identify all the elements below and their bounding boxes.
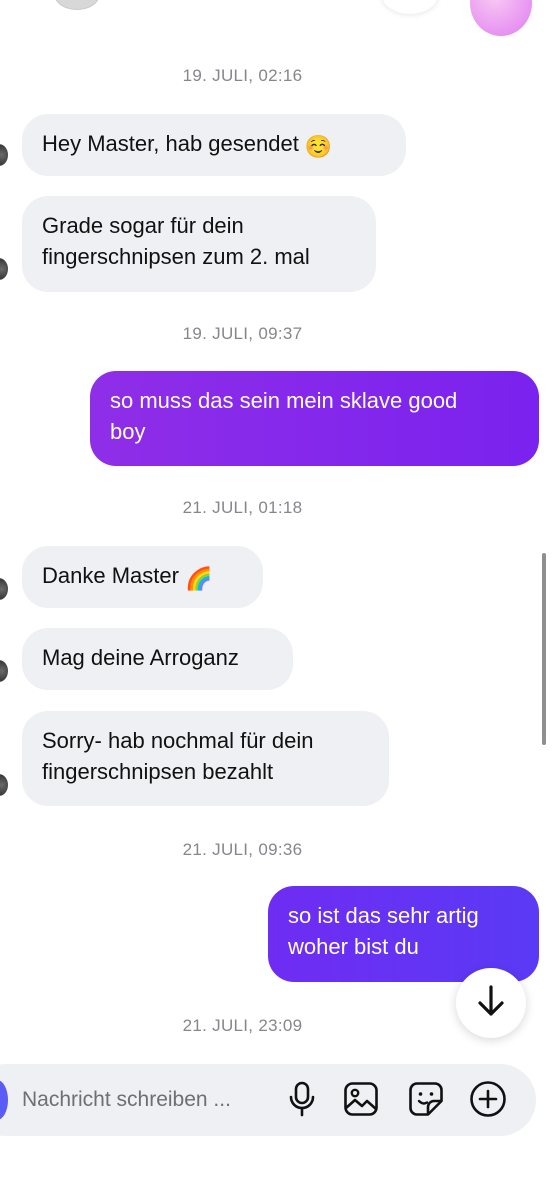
- sender-avatar[interactable]: [0, 578, 8, 600]
- timestamp: 21. JULI, 01:18: [182, 498, 303, 517]
- smiling-face-emoji: ☺️: [304, 134, 333, 159]
- sender-avatar[interactable]: [0, 660, 8, 682]
- timestamp: 19. JULI, 02:16: [182, 66, 303, 85]
- incoming-message[interactable]: Sorry- hab nochmal für dein fingerschnip…: [22, 711, 389, 806]
- timestamp: 21. JULI, 09:36: [182, 840, 303, 859]
- incoming-message[interactable]: Mag deine Arroganz: [22, 628, 293, 690]
- incoming-message[interactable]: Danke Master 🌈: [22, 546, 263, 608]
- message-text: Grade sogar für dein fingerschnipsen zum…: [42, 213, 310, 269]
- sticker-icon[interactable]: [406, 1079, 446, 1119]
- message-text: Hey Master, hab gesendet: [42, 131, 299, 156]
- outgoing-message[interactable]: so muss das sein mein sklave good boy: [90, 371, 539, 466]
- rainbow-emoji: 🌈: [184, 566, 213, 591]
- message-text: so ist das sehr artig woher bist du: [288, 903, 479, 959]
- header-profile-button[interactable]: [470, 0, 532, 36]
- incoming-message[interactable]: Grade sogar für dein fingerschnipsen zum…: [22, 196, 376, 292]
- message-text: Sorry- hab nochmal für dein fingerschnip…: [42, 728, 314, 784]
- header-action-button[interactable]: [382, 0, 438, 14]
- timestamp: 19. JULI, 09:37: [182, 324, 303, 343]
- scroll-to-bottom-button[interactable]: [456, 968, 526, 1038]
- home-indicator-area: [0, 1190, 552, 1200]
- arrow-down-icon: [476, 984, 506, 1023]
- sender-avatar[interactable]: [0, 774, 8, 796]
- microphone-icon[interactable]: [282, 1079, 322, 1119]
- chat-screen: 19. JULI, 02:16 Hey Master, hab gesendet…: [0, 0, 552, 1200]
- timestamp: 21. JULI, 23:09: [182, 1016, 303, 1035]
- outgoing-message[interactable]: so ist das sehr artig woher bist du: [268, 886, 539, 982]
- message-text: Mag deine Arroganz: [42, 645, 239, 670]
- scroll-indicator[interactable]: [542, 553, 546, 745]
- sender-avatar[interactable]: [0, 258, 8, 280]
- image-icon[interactable]: [341, 1079, 381, 1119]
- message-input[interactable]: [22, 1084, 272, 1116]
- message-text: so muss das sein mein sklave good boy: [110, 388, 458, 444]
- incoming-message[interactable]: Hey Master, hab gesendet ☺️: [22, 114, 406, 176]
- plus-circle-icon[interactable]: [468, 1079, 508, 1119]
- sender-avatar[interactable]: [0, 144, 8, 166]
- message-text: Danke Master: [42, 563, 179, 588]
- header-avatar[interactable]: [54, 0, 100, 10]
